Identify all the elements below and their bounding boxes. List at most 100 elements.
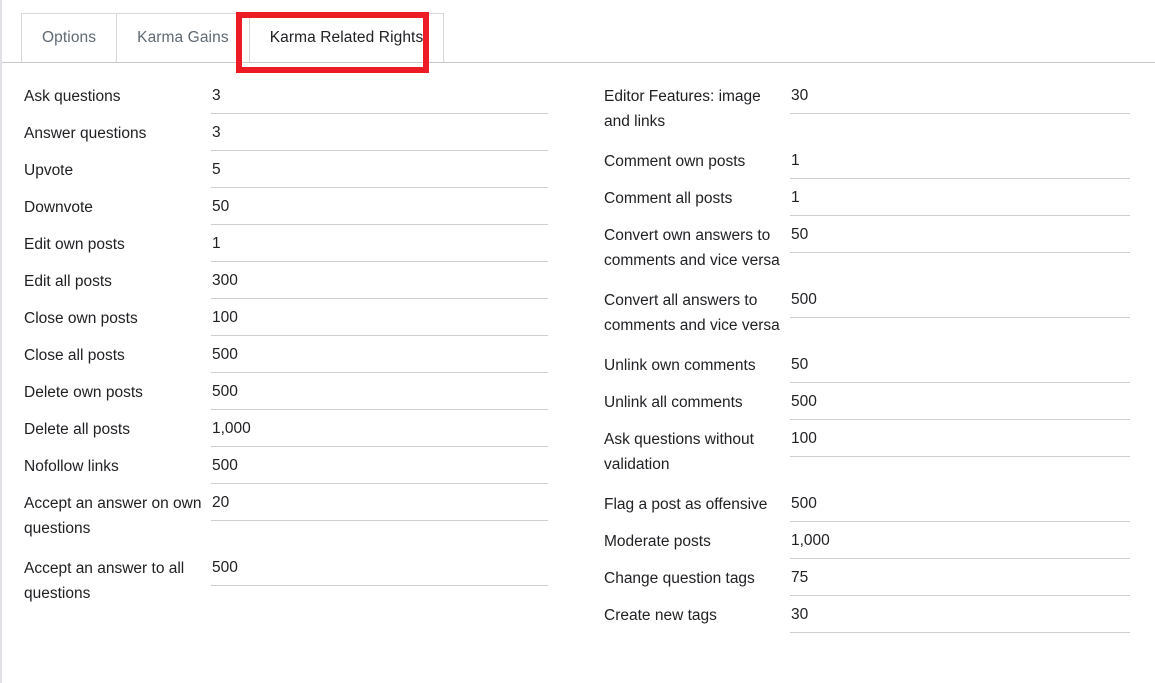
setting-value-input[interactable]	[791, 565, 1131, 590]
left-settings-column: Ask questions Answer questions Upvote Downv…	[2, 63, 582, 635]
setting-field[interactable]	[211, 338, 549, 373]
setting-value-input[interactable]	[212, 379, 549, 404]
setting-value-input[interactable]	[212, 157, 549, 182]
setting-label: Edit all posts	[24, 273, 112, 290]
setting-field[interactable]	[211, 375, 549, 410]
setting-field[interactable]	[790, 385, 1131, 420]
setting-row: Downvote	[24, 190, 582, 225]
setting-value-input[interactable]	[791, 426, 1131, 451]
setting-field[interactable]	[211, 116, 549, 151]
setting-row: Delete all posts	[24, 412, 582, 447]
tab-label: Karma Gains	[137, 29, 229, 46]
setting-row: Ask questions without validation	[604, 422, 1155, 477]
setting-value-input[interactable]	[212, 231, 549, 256]
setting-label: Ask questions	[24, 88, 121, 105]
setting-row: Comment all posts	[604, 181, 1155, 216]
setting-field[interactable]	[211, 486, 549, 521]
setting-label: Close own posts	[24, 310, 138, 327]
settings-panel: Options Karma Gains Karma Related Rights A…	[0, 0, 1155, 683]
karma-rights-columns: Ask questions Answer questions Upvote Downv…	[2, 63, 1155, 635]
setting-label: Flag a post as offensive	[604, 496, 768, 513]
setting-label: Unlink own comments	[604, 357, 756, 374]
setting-label: Upvote	[24, 162, 74, 179]
setting-field[interactable]	[211, 264, 549, 299]
setting-row: Answer questions	[24, 116, 582, 151]
setting-row: Accept an answer to all questions	[24, 551, 582, 606]
setting-row: Moderate posts	[604, 524, 1155, 559]
setting-field[interactable]	[790, 283, 1131, 318]
setting-value-input[interactable]	[791, 528, 1131, 553]
setting-field[interactable]	[211, 301, 549, 336]
setting-field[interactable]	[790, 561, 1131, 596]
setting-label: Editor Features: image and links	[604, 88, 761, 130]
setting-value-input[interactable]	[791, 602, 1131, 627]
setting-row: Convert own answers to comments and vice…	[604, 218, 1155, 273]
setting-label: Edit own posts	[24, 236, 125, 253]
setting-label: Nofollow links	[24, 458, 119, 475]
setting-value-input[interactable]	[212, 305, 549, 330]
setting-label: Convert all answers to comments and vice…	[604, 292, 780, 334]
setting-value-input[interactable]	[791, 148, 1131, 173]
setting-field[interactable]	[211, 79, 549, 114]
setting-row: Accept an answer on own questions	[24, 486, 582, 541]
setting-value-input[interactable]	[791, 222, 1131, 247]
setting-row: Close own posts	[24, 301, 582, 336]
setting-label: Accept an answer on own questions	[24, 495, 202, 537]
setting-value-input[interactable]	[212, 490, 549, 515]
setting-label: Close all posts	[24, 347, 125, 364]
setting-label: Moderate posts	[604, 533, 711, 550]
setting-value-input[interactable]	[212, 342, 549, 367]
setting-row: Ask questions	[24, 79, 582, 114]
setting-value-input[interactable]	[791, 83, 1131, 108]
setting-value-input[interactable]	[212, 453, 549, 478]
tab-karma-related-rights[interactable]: Karma Related Rights	[248, 13, 445, 62]
setting-value-input[interactable]	[212, 83, 549, 108]
setting-label: Downvote	[24, 199, 93, 216]
setting-label: Answer questions	[24, 125, 147, 142]
setting-value-input[interactable]	[212, 194, 549, 219]
setting-field[interactable]	[211, 153, 549, 188]
setting-value-input[interactable]	[791, 287, 1131, 312]
setting-row: Close all posts	[24, 338, 582, 373]
setting-row: Editor Features: image and links	[604, 79, 1155, 134]
setting-label: Delete own posts	[24, 384, 143, 401]
tab-karma-gains[interactable]: Karma Gains	[116, 13, 249, 62]
setting-field[interactable]	[790, 79, 1131, 114]
setting-label: Unlink all comments	[604, 394, 743, 411]
setting-row: Unlink all comments	[604, 385, 1155, 420]
setting-label: Change question tags	[604, 570, 755, 587]
setting-value-input[interactable]	[791, 352, 1131, 377]
setting-value-input[interactable]	[212, 120, 549, 145]
setting-field[interactable]	[211, 449, 549, 484]
tab-options[interactable]: Options	[21, 13, 117, 62]
setting-field[interactable]	[790, 181, 1131, 216]
setting-field[interactable]	[211, 551, 549, 586]
setting-row: Comment own posts	[604, 144, 1155, 179]
setting-field[interactable]	[790, 218, 1131, 253]
tab-label: Karma Related Rights	[269, 29, 424, 46]
setting-field[interactable]	[211, 412, 549, 447]
setting-field[interactable]	[790, 524, 1131, 559]
setting-field[interactable]	[211, 190, 549, 225]
setting-value-input[interactable]	[212, 555, 549, 580]
setting-value-input[interactable]	[791, 491, 1131, 516]
setting-label: Accept an answer to all questions	[24, 560, 185, 602]
setting-row: Upvote	[24, 153, 582, 188]
setting-field[interactable]	[790, 144, 1131, 179]
setting-value-input[interactable]	[791, 185, 1131, 210]
setting-label: Delete all posts	[24, 421, 130, 438]
setting-field[interactable]	[211, 227, 549, 262]
setting-value-input[interactable]	[212, 268, 549, 293]
setting-field[interactable]	[790, 598, 1131, 633]
setting-row: Delete own posts	[24, 375, 582, 410]
setting-field[interactable]	[790, 422, 1131, 457]
tab-list: Options Karma Gains Karma Related Rights	[21, 13, 445, 62]
setting-row: Change question tags	[604, 561, 1155, 596]
setting-label: Comment all posts	[604, 190, 733, 207]
setting-value-input[interactable]	[212, 416, 549, 441]
setting-row: Edit own posts	[24, 227, 582, 262]
setting-field[interactable]	[790, 348, 1131, 383]
setting-value-input[interactable]	[791, 389, 1131, 414]
setting-field[interactable]	[790, 487, 1131, 522]
tab-label: Options	[42, 29, 97, 46]
